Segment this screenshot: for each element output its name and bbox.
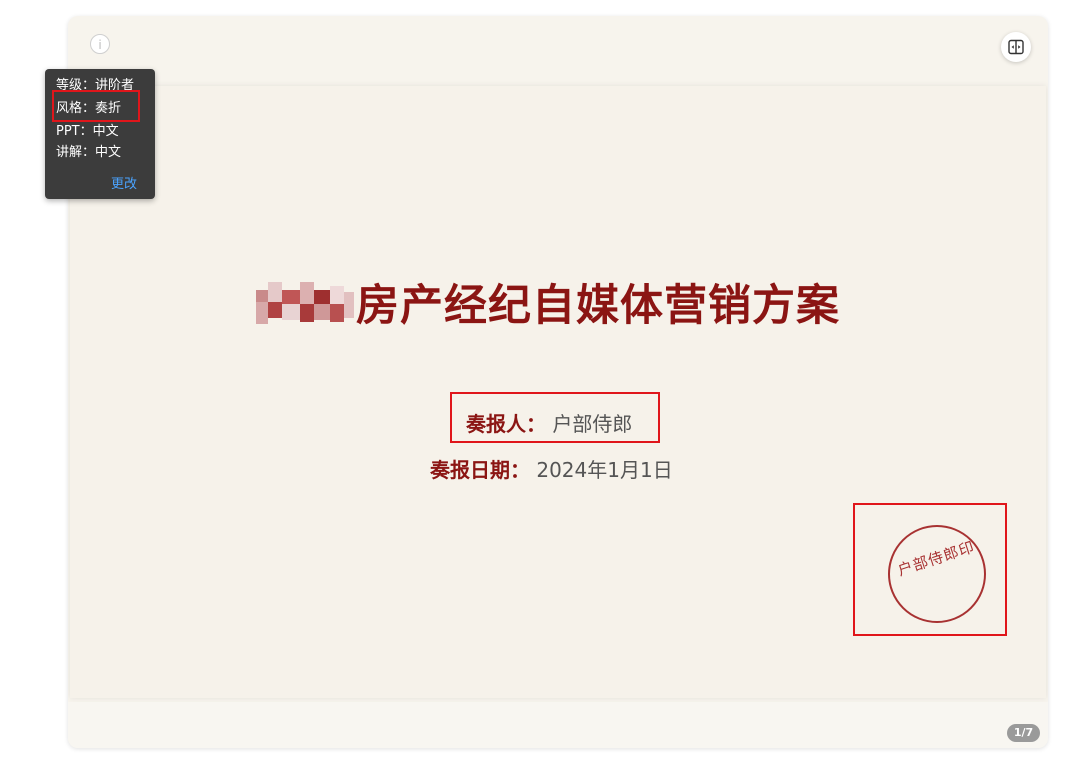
- style-highlight-box: [52, 90, 140, 122]
- date-line: 奏报日期： 2024年1月1日: [430, 456, 673, 484]
- tooltip-row-ppt: PPT：中文: [56, 123, 119, 141]
- ppt-value: 中文: [92, 124, 119, 139]
- change-settings-link[interactable]: 更改: [111, 173, 137, 192]
- ppt-label: PPT：: [56, 124, 93, 139]
- date-label: 奏报日期：: [430, 458, 530, 482]
- preview-card: [68, 16, 1048, 748]
- preview-footer: [68, 702, 1048, 748]
- redacted-mosaic: [256, 282, 356, 328]
- explain-label: 讲解：: [56, 145, 96, 160]
- slide-title-text: 房产经纪自媒体营销方案: [356, 281, 840, 331]
- page-total: 7: [1025, 726, 1034, 739]
- info-icon[interactable]: i: [90, 34, 110, 54]
- split-view-icon[interactable]: [1001, 32, 1031, 62]
- date-value: 2024年1月1日: [536, 458, 673, 482]
- page-indicator: 1/7: [1007, 724, 1040, 742]
- reporter-highlight-box: [450, 392, 660, 443]
- explain-value: 中文: [95, 145, 122, 160]
- settings-tooltip: 等级：讲阶者 风格：奏折 PPT：中文 讲解：中文 更改: [45, 69, 155, 199]
- tooltip-row-explain: 讲解：中文: [56, 144, 121, 162]
- seal-highlight-box: [853, 503, 1007, 636]
